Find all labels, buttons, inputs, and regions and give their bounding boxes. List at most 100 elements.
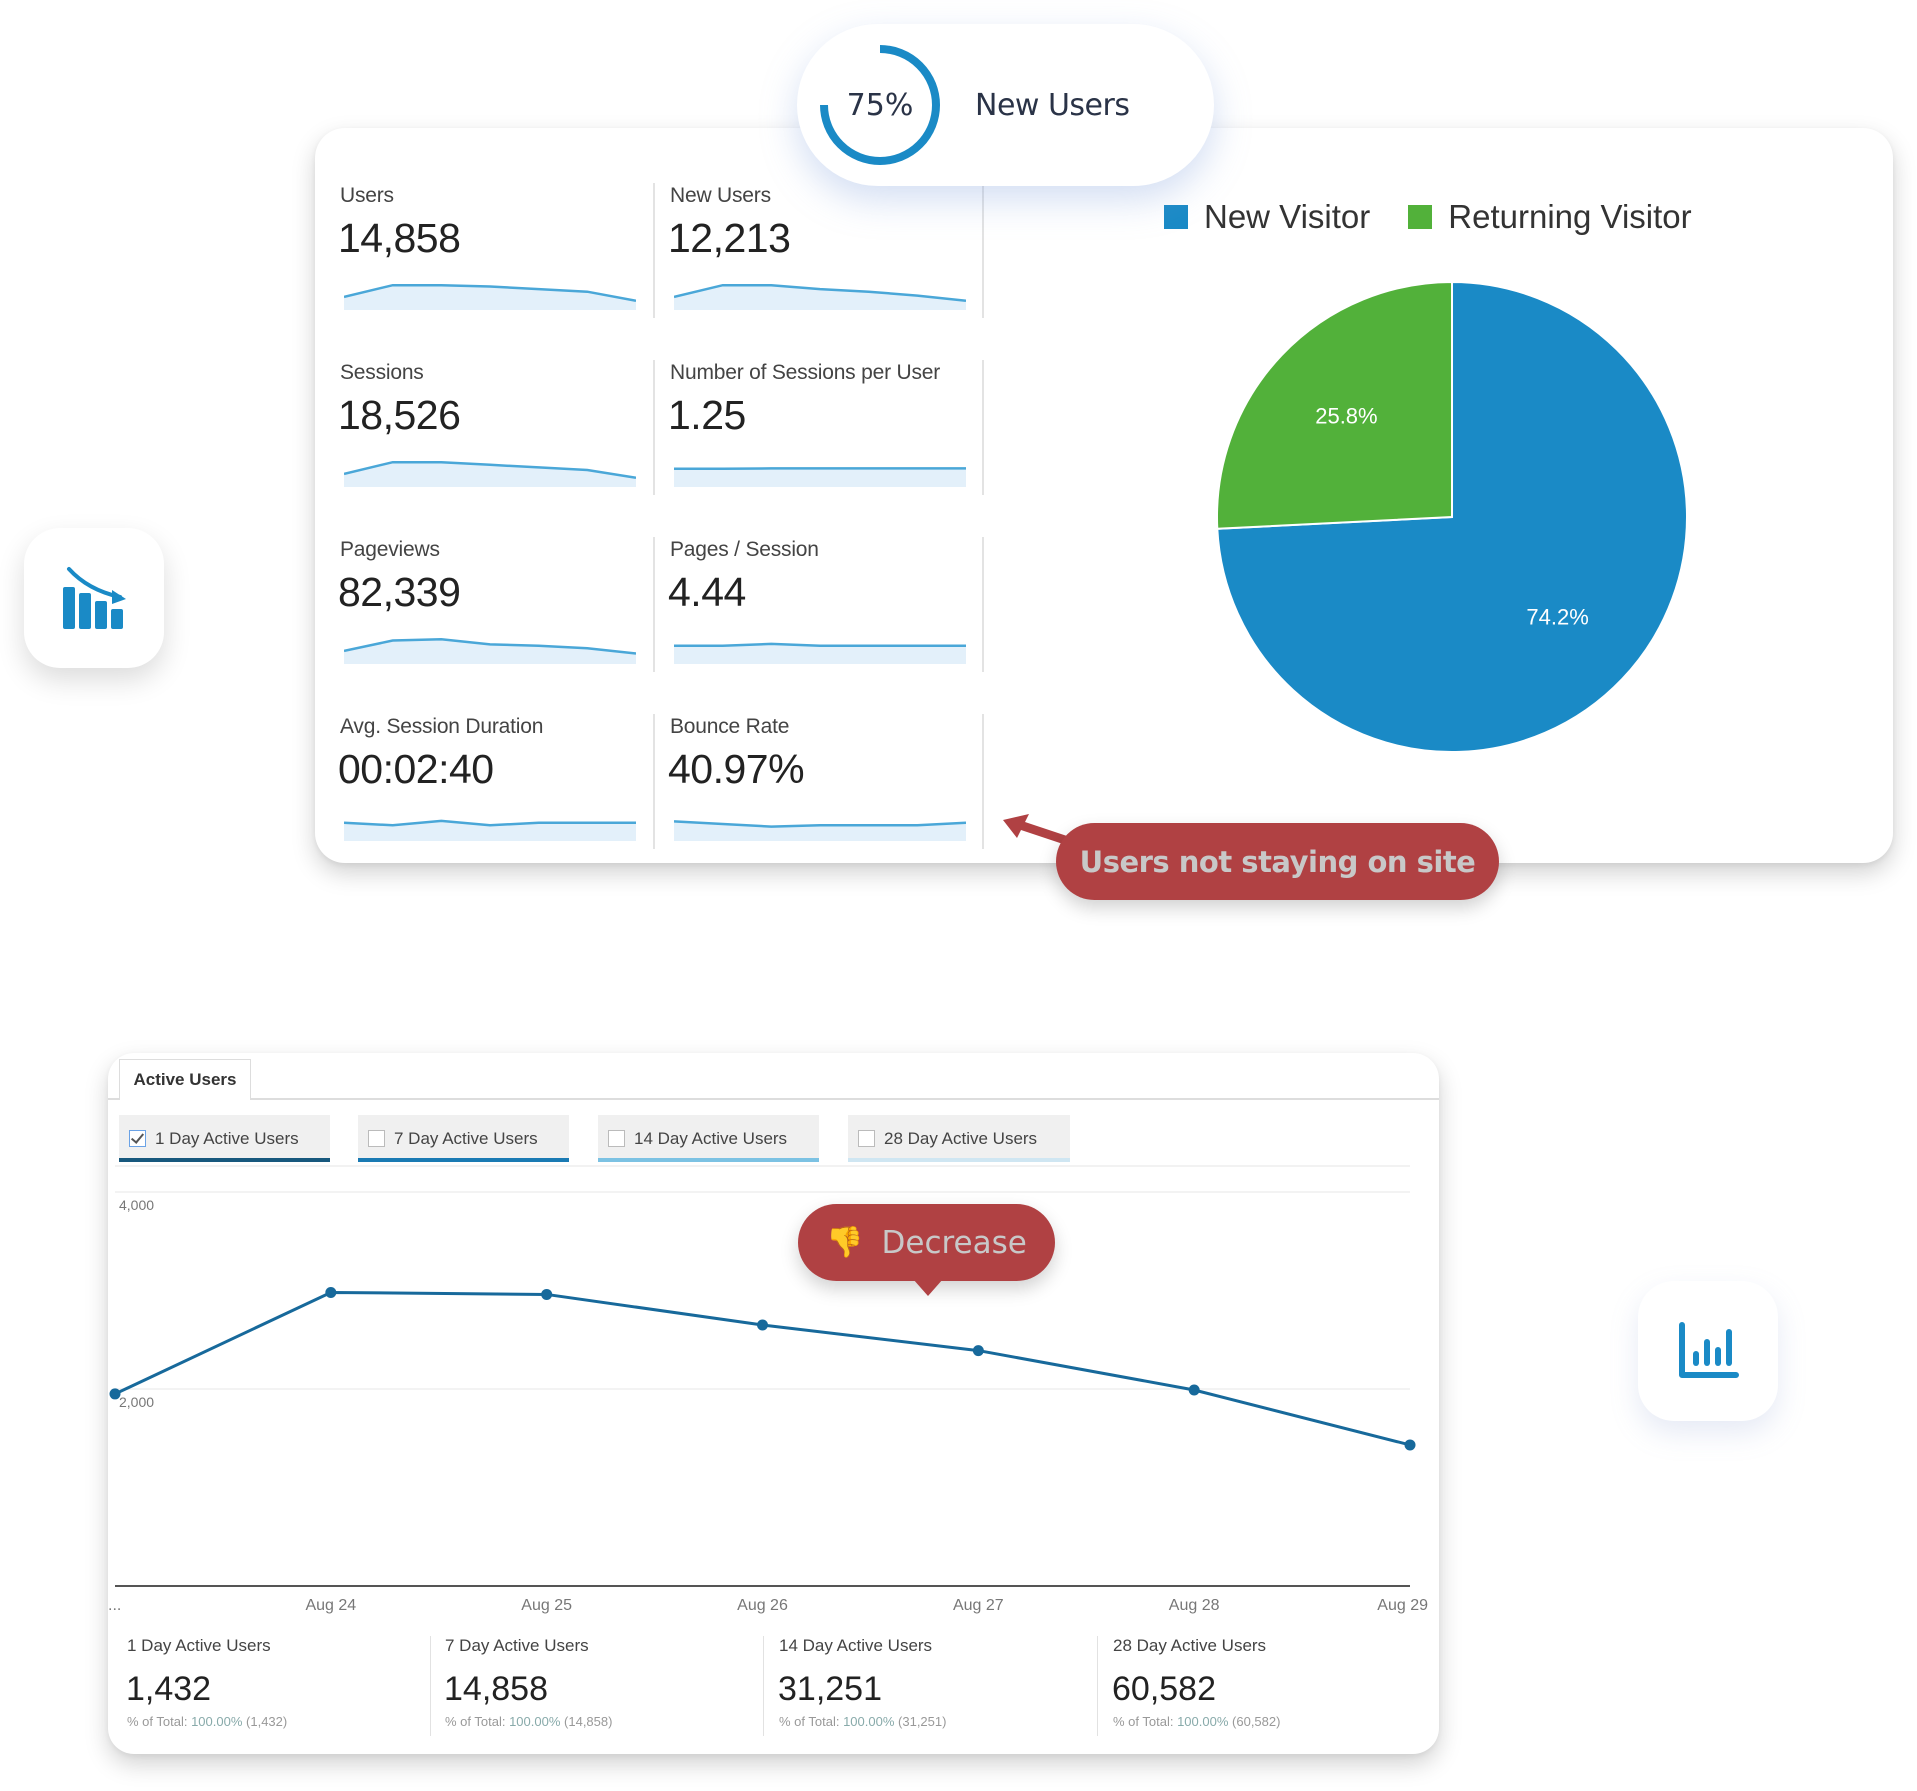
- metric-value: 14,858: [338, 215, 461, 261]
- metric-toggle-0[interactable]: 1 Day Active Users: [119, 1115, 330, 1162]
- metric-toggle-1[interactable]: 7 Day Active Users: [358, 1115, 569, 1162]
- sparkline-area: [344, 285, 636, 310]
- series-color-bar: [598, 1158, 819, 1162]
- data-point[interactable]: [109, 1388, 121, 1400]
- stat-divider: [430, 1636, 431, 1736]
- column-divider: [982, 714, 984, 849]
- series-color-bar: [119, 1158, 330, 1162]
- checkbox[interactable]: [858, 1130, 875, 1147]
- metric-value: 4.44: [668, 569, 746, 615]
- declining-chart-card[interactable]: [24, 528, 164, 668]
- legend-swatch-new-visitor: [1164, 205, 1188, 229]
- column-divider: [982, 360, 984, 495]
- metric-label: Sessions: [340, 361, 424, 384]
- stat-divider: [1097, 1636, 1098, 1736]
- sparkline-area: [344, 639, 636, 664]
- x-tick-label: Aug 26: [737, 1597, 788, 1614]
- series-color-bar: [358, 1158, 569, 1162]
- stat-divider: [763, 1636, 764, 1736]
- metric-value: 40.97%: [668, 746, 805, 792]
- visitor-pie-chart: 74.2% 25.8%: [1216, 280, 1688, 753]
- callout-tail: [913, 1279, 943, 1296]
- metric-toggle-label: 7 Day Active Users: [394, 1128, 538, 1148]
- column-divider: [982, 537, 984, 672]
- data-point[interactable]: [757, 1319, 768, 1331]
- sparkline-area: [674, 468, 966, 487]
- sparkline: [674, 642, 966, 664]
- metric-toggle-3[interactable]: 28 Day Active Users: [848, 1115, 1070, 1162]
- data-point[interactable]: [541, 1288, 553, 1300]
- column-divider: [653, 183, 655, 318]
- checkbox[interactable]: [608, 1130, 625, 1147]
- metric-label: Users: [340, 184, 394, 207]
- declining-bar-chart-icon: [63, 567, 126, 629]
- stat-value: 14,858: [444, 1670, 548, 1708]
- sparkline: [344, 460, 636, 487]
- pct-prefix: % of Total:: [445, 1714, 510, 1729]
- y-tick-label: 4,000: [119, 1197, 154, 1213]
- metric-toggle-label: 14 Day Active Users: [634, 1128, 788, 1148]
- stat-label: 28 Day Active Users: [1113, 1636, 1267, 1655]
- pct-prefix: % of Total:: [1113, 1714, 1178, 1729]
- metric-label: Bounce Rate: [670, 715, 790, 738]
- data-point[interactable]: [325, 1286, 337, 1298]
- y-tick-label: 2,000: [119, 1394, 154, 1410]
- metric-toggle-2[interactable]: 14 Day Active Users: [598, 1115, 819, 1162]
- x-tick-label: Aug 29: [1377, 1597, 1428, 1614]
- sparkline: [344, 637, 636, 664]
- x-tick-label: Aug 27: [953, 1597, 1004, 1614]
- pie-slice-label: 25.8%: [1315, 404, 1377, 429]
- series-line: [114, 1290, 1411, 1447]
- bar-chart-card[interactable]: [1638, 1281, 1778, 1421]
- legend-item-new-visitor[interactable]: New Visitor: [1164, 198, 1370, 236]
- sparkline: [674, 283, 966, 310]
- pct-total: (14,858): [564, 1714, 613, 1729]
- bar-chart-icon: [1679, 1322, 1739, 1378]
- checkbox[interactable]: [129, 1130, 146, 1147]
- pct-prefix: % of Total:: [127, 1714, 192, 1729]
- metric-value: 1.25: [668, 392, 746, 438]
- stat-value: 31,251: [778, 1670, 882, 1708]
- stat-value: 60,582: [1112, 1670, 1216, 1708]
- pie-legend: New Visitor Returning Visitor: [1164, 198, 1730, 236]
- stat-footnote: % of Total: 100.00% (14,858): [445, 1714, 612, 1729]
- pct-value: 100.00%: [843, 1714, 895, 1729]
- metric-label: Pageviews: [340, 538, 440, 561]
- stat-label: 1 Day Active Users: [127, 1636, 271, 1655]
- metric-value: 12,213: [668, 215, 791, 261]
- legend-swatch-returning-visitor: [1408, 205, 1433, 229]
- stat-value: 1,432: [126, 1670, 212, 1708]
- active-users-line-chart: 4,000 2,000... Aug 24 Aug 25 Aug 26 Aug 27 Aug…: [108, 1165, 1428, 1614]
- metric-label: New Users: [670, 184, 771, 207]
- metric-label: Pages / Session: [670, 538, 819, 561]
- stat-footnote: % of Total: 100.00% (60,582): [1113, 1714, 1280, 1729]
- checkbox[interactable]: [368, 1130, 385, 1147]
- column-divider: [653, 360, 655, 495]
- pill-label: New Users: [975, 87, 1130, 123]
- legend-item-returning-visitor[interactable]: Returning Visitor: [1408, 198, 1692, 236]
- x-tick-label: Aug 24: [305, 1597, 356, 1614]
- series-color-bar: [848, 1158, 1070, 1162]
- column-divider: [982, 183, 984, 318]
- sparkline: [674, 820, 966, 841]
- metric-value: 82,339: [338, 569, 461, 615]
- data-point[interactable]: [972, 1345, 984, 1357]
- data-point[interactable]: [1188, 1384, 1200, 1396]
- pct-total: (31,251): [898, 1714, 947, 1729]
- pct-prefix: % of Total:: [779, 1714, 844, 1729]
- x-tick-label: ...: [108, 1597, 121, 1614]
- metric-label: Avg. Session Duration: [340, 715, 544, 738]
- metric-toggle-label: 28 Day Active Users: [884, 1128, 1038, 1148]
- tab-active-users[interactable]: Active Users: [119, 1059, 251, 1100]
- data-point[interactable]: [1404, 1439, 1416, 1451]
- sparkline: [674, 467, 966, 487]
- column-divider: [653, 714, 655, 849]
- metric-value: 18,526: [338, 392, 461, 438]
- stat-footnote: % of Total: 100.00% (1,432): [127, 1714, 287, 1729]
- users-not-staying-callout: Users not staying on site: [1056, 823, 1499, 900]
- column-divider: [653, 537, 655, 672]
- pie-slice-label: 74.2%: [1526, 604, 1588, 629]
- pct-value: 100.00%: [191, 1714, 243, 1729]
- x-tick-label: Aug 25: [521, 1597, 572, 1614]
- thumbs-down-icon: 👎: [826, 1225, 864, 1260]
